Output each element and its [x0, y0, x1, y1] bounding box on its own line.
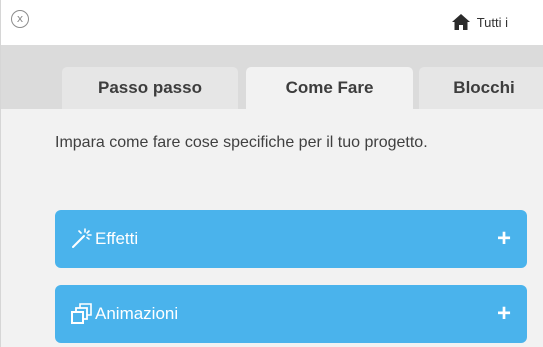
intro-text: Impara come fare cose specifiche per il …: [55, 134, 428, 151]
tab-bar: Passo passo Come Fare Blocchi: [1, 45, 543, 109]
tab-step-by-step[interactable]: Passo passo: [62, 67, 238, 109]
section-animations[interactable]: Animazioni +: [55, 285, 527, 343]
layers-icon: [70, 303, 92, 325]
close-icon[interactable]: x: [11, 10, 29, 28]
section-effects[interactable]: Effetti +: [55, 210, 527, 268]
all-tips-link[interactable]: Tutti i: [451, 11, 508, 33]
section-animations-label: Animazioni: [95, 304, 179, 323]
expand-icon: +: [496, 225, 511, 252]
tab-blocks[interactable]: Blocchi: [419, 67, 543, 109]
section-effects-label: Effetti: [95, 229, 139, 248]
all-tips-label: Tutti i: [476, 14, 508, 30]
tips-panel: x Tutti i Passo passo Come Fare Blocchi …: [0, 0, 543, 347]
tab-content: Impara come fare cose specifiche per il …: [1, 109, 543, 347]
tab-how-to[interactable]: Come Fare: [246, 67, 413, 109]
expand-icon: +: [496, 300, 511, 327]
magic-wand-icon: [70, 228, 92, 250]
panel-header: x Tutti i: [1, 0, 543, 45]
home-icon: [451, 13, 471, 31]
